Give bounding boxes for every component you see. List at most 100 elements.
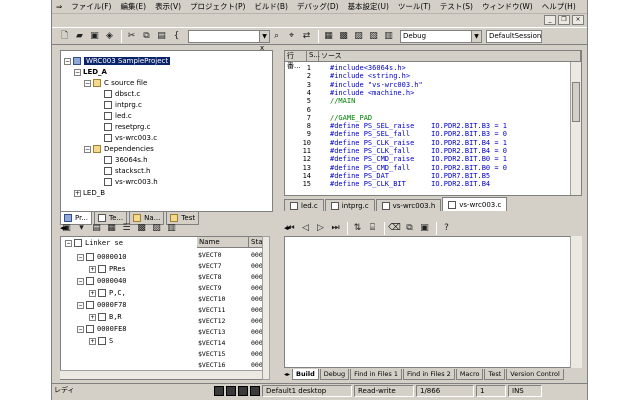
copy-icon[interactable]: ⧉: [403, 222, 416, 235]
tab-find-in-files-1[interactable]: Find in Files 1: [350, 368, 402, 380]
cut-icon[interactable]: ✂: [125, 30, 138, 43]
vector-name[interactable]: $VECT0: [198, 250, 221, 260]
vector-name[interactable]: $VECT16: [198, 360, 225, 370]
collapse-icon[interactable]: −: [84, 79, 91, 87]
collapse-icon[interactable]: −: [77, 277, 84, 285]
tab-debug[interactable]: Debug: [319, 368, 350, 380]
linker-scrollbar[interactable]: [262, 236, 270, 380]
vector-name[interactable]: $VECT11: [198, 305, 225, 315]
collapse-icon[interactable]: −: [77, 325, 84, 333]
tree-dependencies-row[interactable]: − Dependencies: [84, 144, 154, 154]
replace-icon[interactable]: ⇄: [300, 30, 313, 43]
tab-find-in-files-2[interactable]: Find in Files 2: [402, 368, 455, 380]
menu-setup[interactable]: 基本設定(U): [348, 1, 389, 12]
code-line[interactable]: 9 #define PS_SEL_fall IO.PDR2.BIT.B3 = 0: [285, 130, 581, 138]
vector-name[interactable]: $VECT7: [198, 261, 221, 271]
tab-vs-wrc003-h[interactable]: vs-wrc003.h: [375, 199, 442, 211]
code-editor[interactable]: 行番... S... ソース 1 #include<36064s.h> 2 #incl…: [284, 50, 582, 196]
tab-vs-wrc003-c[interactable]: vs-wrc003.c: [442, 197, 508, 211]
code-line[interactable]: 11 #define PS_CLK_fall IO.PDR2.BIT.B4 = 0: [285, 147, 581, 155]
save-all-icon[interactable]: ◈: [103, 30, 116, 43]
vector-name[interactable]: $VECT12: [198, 316, 225, 326]
save-icon[interactable]: ▣: [418, 222, 431, 235]
paste-icon[interactable]: ▤: [155, 30, 168, 43]
tab-build[interactable]: Build: [292, 368, 319, 380]
linker-item-row[interactable]: − 0000010: [77, 252, 127, 262]
linker-item-row[interactable]: − 0000040: [77, 276, 127, 286]
settings-icon[interactable]: ▥: [165, 222, 178, 235]
close-icon[interactable]: ×: [572, 15, 584, 25]
tree-file-row[interactable]: dbsct.c: [104, 89, 140, 99]
previous-icon[interactable]: ◁: [299, 222, 312, 235]
output-scrollbar[interactable]: [570, 236, 582, 368]
grid-icon[interactable]: ▥: [382, 30, 395, 43]
tab-version-control[interactable]: Version Control: [506, 368, 564, 380]
code-line[interactable]: 7 //GAME_PAD: [285, 114, 581, 122]
help-icon[interactable]: ?: [440, 222, 453, 235]
tree-file-row[interactable]: vs-wrc003.c: [104, 133, 157, 143]
tree-file-row[interactable]: 36064s.h: [104, 155, 148, 165]
code-line[interactable]: 4 #include <machine.h>: [285, 89, 581, 97]
linker-item-row[interactable]: + PRes: [89, 264, 126, 274]
code-line[interactable]: 5 //MAIN: [285, 97, 581, 105]
tree-file-row[interactable]: stacksct.h: [104, 166, 151, 176]
code-line[interactable]: 14 #define PS_DAT IO.PDR7.BIT.B5: [285, 172, 581, 180]
scrollbar-thumb[interactable]: [572, 82, 580, 122]
session-select[interactable]: DefaultSession: [486, 29, 542, 43]
grid-icon[interactable]: ▩: [135, 222, 148, 235]
vector-name[interactable]: $VECT13: [198, 327, 225, 337]
build-icon[interactable]: ▩: [337, 30, 350, 43]
code-line[interactable]: 15 #define PS_CLK_BIT IO.PDR2.BIT.B4: [285, 180, 581, 188]
name-column-header[interactable]: Name: [197, 237, 249, 248]
collapse-icon[interactable]: −: [74, 68, 81, 76]
tree-c-source-row[interactable]: − C source file: [84, 78, 147, 88]
collapse-icon[interactable]: −: [84, 145, 91, 153]
open-folder-icon[interactable]: ▰: [73, 30, 86, 43]
code-line[interactable]: 3 #include "vs-wrc003.h": [285, 81, 581, 89]
code-line[interactable]: 1 #include<36064s.h>: [285, 64, 581, 72]
menu-test[interactable]: テスト(S): [440, 1, 473, 12]
tree-file-row[interactable]: vs-wrc003.h: [104, 177, 158, 187]
editor-scrollbar[interactable]: [570, 62, 581, 195]
linker-item-row[interactable]: − 0000FE8: [77, 324, 127, 334]
build-all-icon[interactable]: ▨: [352, 30, 365, 43]
stop-build-icon[interactable]: ▧: [367, 30, 380, 43]
filter-icon[interactable]: ⌸: [366, 222, 379, 235]
expand-icon[interactable]: +: [89, 289, 96, 297]
section-dropdown-icon[interactable]: ▾: [75, 222, 88, 235]
vector-name[interactable]: $VECT8: [198, 272, 221, 282]
menu-edit[interactable]: 編集(E): [120, 1, 146, 12]
linker-hscrollbar[interactable]: [60, 370, 262, 379]
code-line[interactable]: 8 #define PS_SEL_raise IO.PDR2.BIT.B3 = 1: [285, 122, 581, 130]
find-icon[interactable]: ⌕: [270, 30, 283, 43]
copy-icon[interactable]: ⧉: [140, 30, 153, 43]
menu-project[interactable]: プロジェクト(P): [190, 1, 245, 12]
collapse-icon[interactable]: −: [64, 57, 71, 65]
search-combo[interactable]: ▼: [188, 29, 270, 43]
code-line[interactable]: 6: [285, 106, 581, 114]
next-icon[interactable]: ▷: [314, 222, 327, 235]
expand-icon[interactable]: +: [74, 189, 81, 197]
filter-icon[interactable]: ▨: [150, 222, 163, 235]
tree-file-row[interactable]: led.c: [104, 111, 132, 121]
code-line[interactable]: 12 #define PS_CMD_raise IO.PDR2.BIT.B0 = …: [285, 155, 581, 163]
tab-intprg-c[interactable]: intprg.c: [324, 199, 375, 211]
restore-icon[interactable]: ❐: [558, 15, 570, 25]
expand-icon[interactable]: +: [89, 337, 96, 345]
sort-icon[interactable]: ⇅: [351, 222, 364, 235]
tab-led-c[interactable]: led.c: [284, 199, 324, 211]
linker-item-row[interactable]: + S: [89, 336, 113, 346]
brace-icon[interactable]: {: [170, 30, 183, 43]
list-icon[interactable]: ☰: [120, 222, 133, 235]
map-icon[interactable]: ▦: [105, 222, 118, 235]
expand-icon[interactable]: +: [89, 313, 96, 321]
collapse-icon[interactable]: −: [77, 253, 84, 261]
tree-led-b-row[interactable]: + LED_B: [74, 188, 105, 198]
save-icon[interactable]: ▣: [88, 30, 101, 43]
chevron-down-icon[interactable]: ▼: [471, 30, 481, 42]
menu-help[interactable]: ヘルプ(H): [542, 1, 576, 12]
code-line[interactable]: 10 #define PS_CLK_raise IO.PDR2.BIT.B4 = …: [285, 139, 581, 147]
tab-test[interactable]: Test: [484, 368, 506, 380]
tree-project-row[interactable]: − WRC003 SampleProject: [64, 56, 171, 66]
menu-debug[interactable]: デバッグ(D): [297, 1, 339, 12]
